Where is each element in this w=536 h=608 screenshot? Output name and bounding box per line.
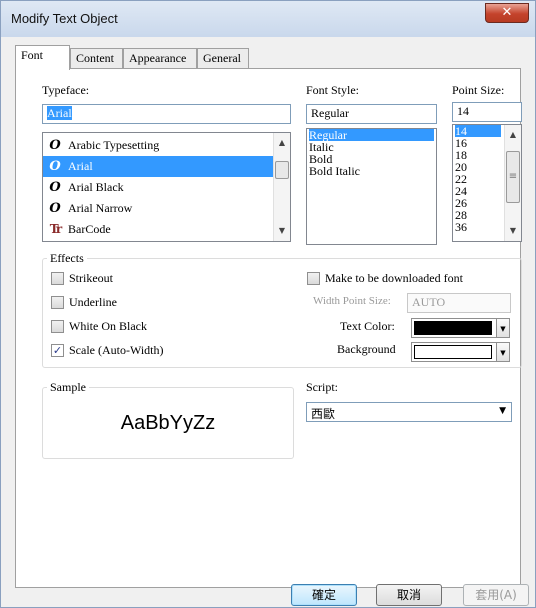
point-size-scrollbar[interactable]: ▲ ≡ ▼ (504, 125, 521, 241)
typeface-input[interactable]: Arial (42, 104, 291, 124)
opentype-icon: O (49, 159, 61, 174)
typeface-item-arabic-typesetting[interactable]: O Arabic Typesetting (43, 135, 275, 156)
scroll-thumb[interactable] (275, 161, 289, 179)
chevron-down-icon: ▼ (499, 406, 506, 416)
scroll-down-icon[interactable]: ▼ (274, 223, 290, 239)
scroll-up-icon[interactable]: ▲ (274, 135, 290, 151)
background-color-picker[interactable] (411, 342, 497, 362)
point-size-input[interactable]: 14 (452, 102, 522, 122)
font-tab-panel: Typeface: Arial O Arabic Typesetting O A… (15, 68, 522, 588)
script-value: 西歐 (311, 407, 336, 421)
font-style-item[interactable]: Bold Italic (309, 165, 360, 177)
strikeout-checkbox[interactable] (51, 272, 64, 285)
script-select[interactable]: 西歐 ▼ (306, 402, 512, 422)
scale-checkbox[interactable]: ✓ (51, 344, 64, 357)
check-icon: ✓ (52, 344, 63, 357)
tab-appearance[interactable]: Appearance (123, 48, 197, 69)
typeface-item-arial[interactable]: O Arial (43, 156, 275, 177)
tab-content[interactable]: Content (70, 48, 123, 69)
typeface-label: Typeface: (42, 83, 90, 97)
scroll-thumb[interactable]: ≡ (506, 151, 520, 203)
font-style-list[interactable]: Regular Italic Bold Bold Italic (306, 128, 437, 245)
scroll-up-icon[interactable]: ▲ (505, 127, 521, 143)
scale-label[interactable]: Scale (Auto-Width) (69, 343, 164, 358)
text-color-dropdown-button[interactable]: ▼ (496, 318, 510, 338)
text-color-label: Text Color: (340, 319, 395, 333)
apply-button[interactable]: 套用(A) (463, 584, 529, 606)
typeface-item-barcode[interactable]: Tr BarCode (43, 219, 275, 240)
truetype-icon: Tr (49, 222, 62, 236)
opentype-icon: O (49, 138, 61, 153)
tab-general[interactable]: General (197, 48, 249, 69)
point-size-item[interactable]: 36 (455, 221, 467, 233)
effects-title: Effects (47, 251, 87, 266)
download-font-checkbox[interactable] (307, 272, 320, 285)
white-on-black-checkbox[interactable] (51, 320, 64, 333)
close-button[interactable]: ✕ (485, 3, 529, 23)
text-color-swatch (414, 321, 492, 335)
typeface-item-arial-black[interactable]: O Arial Black (43, 177, 275, 198)
underline-label[interactable]: Underline (69, 295, 117, 310)
sample-title: Sample (47, 380, 89, 395)
tab-font[interactable]: Font (15, 45, 70, 70)
background-label: Background (337, 342, 396, 356)
width-point-size-input[interactable]: AUTO (407, 293, 511, 313)
font-style-input[interactable]: Regular (306, 104, 437, 124)
typeface-list[interactable]: O Arabic Typesetting O Arial O Arial Bla… (42, 132, 291, 242)
download-font-label[interactable]: Make to be downloaded font (325, 271, 463, 286)
point-size-list[interactable]: 14 16 18 20 22 24 26 28 36 ▲ ≡ ▼ (452, 124, 522, 242)
chevron-down-icon: ▼ (500, 349, 506, 357)
strikeout-label[interactable]: Strikeout (69, 271, 113, 286)
scroll-down-icon[interactable]: ▼ (505, 223, 521, 239)
ok-button[interactable]: 確定 (291, 584, 357, 606)
text-color-picker[interactable] (411, 318, 497, 338)
typeface-item-arial-narrow[interactable]: O Arial Narrow (43, 198, 275, 219)
typeface-scrollbar[interactable]: ▲ ▼ (273, 133, 290, 241)
close-icon: ✕ (501, 5, 513, 20)
window-title: Modify Text Object (11, 11, 118, 26)
cancel-button[interactable]: 取消 (376, 584, 442, 606)
background-color-swatch (414, 345, 492, 359)
underline-checkbox[interactable] (51, 296, 64, 309)
background-dropdown-button[interactable]: ▼ (496, 342, 510, 362)
title-bar[interactable]: Modify Text Object ✕ (1, 1, 535, 37)
point-size-label: Point Size: (452, 83, 505, 97)
grip-icon: ≡ (508, 171, 518, 182)
width-point-size-label: Width Point Size: (313, 295, 391, 307)
sample-preview: AaBbYyZz (120, 412, 216, 434)
chevron-down-icon: ▼ (500, 325, 506, 333)
typeface-input-value: Arial (47, 106, 72, 120)
opentype-icon: O (49, 201, 61, 216)
opentype-icon: O (49, 180, 61, 195)
white-on-black-label[interactable]: White On Black (69, 319, 147, 334)
modify-text-object-dialog: Modify Text Object ✕ Font Content Appear… (0, 0, 536, 608)
script-label: Script: (306, 380, 338, 394)
font-style-label: Font Style: (306, 83, 360, 97)
